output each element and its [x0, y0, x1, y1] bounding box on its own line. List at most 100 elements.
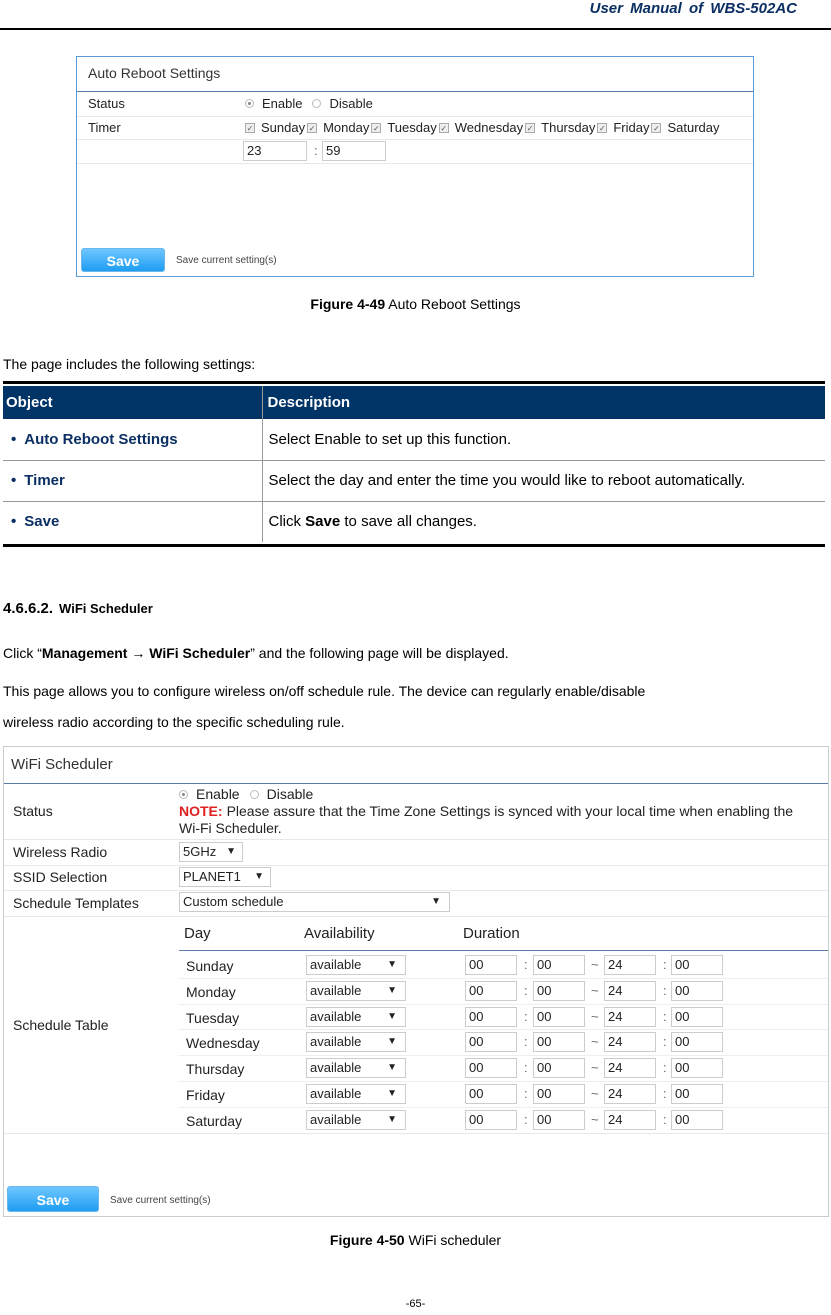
- dropdown-arrow-icon: ▼: [226, 846, 236, 857]
- timezone-note: NOTE: Please assure that the Time Zone Se…: [179, 803, 793, 819]
- panel-title: Auto Reboot Settings: [88, 65, 221, 81]
- radio-enable-label: Enable: [262, 96, 303, 111]
- column-header-object: Object: [3, 386, 262, 419]
- start-hour-input[interactable]: 00: [465, 1032, 517, 1053]
- save-button[interactable]: Save: [81, 248, 165, 272]
- status-radio-group: Enable Disable: [179, 786, 313, 802]
- end-minute-input[interactable]: 00: [671, 1006, 723, 1027]
- description-cell: Click Save to save all changes.: [261, 501, 825, 542]
- start-minute-input[interactable]: 00: [533, 955, 585, 975]
- start-hour-input[interactable]: 00: [465, 1006, 517, 1027]
- hour-input[interactable]: 23: [243, 141, 307, 161]
- time-separator: :: [524, 1008, 528, 1024]
- radio-enable-label: Enable: [196, 786, 240, 802]
- end-hour-input[interactable]: 24: [604, 1032, 656, 1053]
- availability-select[interactable]: available ▼: [306, 1032, 406, 1053]
- radio-enable[interactable]: [245, 99, 254, 108]
- checkbox-label: Thursday: [541, 120, 596, 135]
- dropdown-arrow-icon: ▼: [387, 959, 397, 970]
- range-separator: ~: [591, 1034, 599, 1050]
- day-label: Saturday: [186, 1112, 243, 1129]
- radio-disable[interactable]: [312, 99, 322, 108]
- day-label: Thursday: [186, 1061, 245, 1078]
- end-minute-input[interactable]: 00: [671, 1109, 723, 1130]
- range-separator: ~: [591, 1008, 599, 1024]
- end-hour-input[interactable]: 24: [604, 1058, 656, 1079]
- column-header-availability: Availability: [304, 925, 375, 942]
- start-minute-input[interactable]: 00: [533, 1058, 585, 1079]
- availability-select[interactable]: available ▼: [306, 1109, 406, 1130]
- select-value: available: [310, 1034, 362, 1050]
- range-separator: ~: [591, 957, 599, 972]
- start-minute-input[interactable]: 00: [533, 1032, 585, 1053]
- availability-select[interactable]: available ▼: [306, 1058, 406, 1079]
- start-minute-input[interactable]: 00: [533, 980, 585, 1001]
- availability-select[interactable]: available ▼: [306, 955, 406, 975]
- end-minute-input[interactable]: 00: [671, 980, 723, 1001]
- time-separator: :: [524, 982, 528, 998]
- time-separator: :: [663, 1111, 667, 1127]
- row-divider: [77, 163, 753, 164]
- ssid-select[interactable]: PLANET1 ▼: [179, 867, 271, 887]
- start-hour-input[interactable]: 00: [465, 955, 517, 975]
- row-divider: [179, 1081, 828, 1082]
- end-hour-input[interactable]: 24: [604, 955, 656, 975]
- timezone-note-cont: Wi-Fi Scheduler.: [179, 820, 282, 836]
- description-text: Select Enable to set up this function.: [268, 430, 512, 448]
- checkbox-thursday[interactable]: ✓: [525, 122, 536, 133]
- row-divider: [179, 977, 828, 979]
- checkbox-label: Sunday: [261, 120, 306, 135]
- checkbox-tuesday[interactable]: ✓: [371, 122, 382, 133]
- row-divider: [4, 890, 828, 891]
- end-hour-input[interactable]: 24: [604, 1109, 656, 1130]
- select-value: available: [310, 957, 362, 972]
- radio-disable[interactable]: [249, 789, 259, 799]
- dropdown-arrow-icon: ▼: [254, 871, 264, 882]
- time-separator: :: [663, 957, 667, 972]
- day-label: Tuesday: [186, 1009, 240, 1026]
- start-minute-input[interactable]: 00: [533, 1084, 585, 1104]
- end-minute-input[interactable]: 00: [671, 1032, 723, 1053]
- figure-caption-50: Figure 4-50 WiFi scheduler: [0, 1232, 831, 1248]
- select-value: available: [310, 1008, 362, 1024]
- wireless-radio-select[interactable]: 5GHz ▼: [179, 842, 243, 862]
- end-hour-input[interactable]: 24: [604, 1006, 656, 1027]
- checkbox-label: Tuesday: [387, 120, 437, 135]
- object-cell: • Auto Reboot Settings: [3, 419, 262, 461]
- header-divider: [4, 783, 828, 784]
- schedule-templates-select[interactable]: Custom schedule ▼: [179, 892, 450, 912]
- save-button[interactable]: Save: [7, 1186, 99, 1212]
- checkbox-monday[interactable]: ✓: [307, 122, 318, 133]
- start-hour-input[interactable]: 00: [465, 1084, 517, 1104]
- checkbox-sunday[interactable]: ✓: [245, 122, 255, 133]
- select-value: available: [310, 982, 362, 998]
- end-hour-input[interactable]: 24: [604, 980, 656, 1001]
- end-minute-input[interactable]: 00: [671, 1058, 723, 1079]
- start-minute-input[interactable]: 00: [533, 1109, 585, 1130]
- minute-input[interactable]: 59: [322, 141, 386, 161]
- row-divider: [77, 116, 753, 117]
- dropdown-arrow-icon: ▼: [387, 1036, 397, 1048]
- checkbox-friday[interactable]: ✓: [597, 122, 608, 133]
- end-hour-input[interactable]: 24: [604, 1084, 656, 1104]
- section-heading: 4.6.6.2. WiFi Scheduler: [3, 600, 153, 617]
- figure-number: Figure 4-49: [310, 296, 386, 312]
- start-hour-input[interactable]: 00: [465, 980, 517, 1001]
- time-separator: :: [524, 1060, 528, 1076]
- end-minute-input[interactable]: 00: [671, 1084, 723, 1104]
- availability-select[interactable]: available ▼: [306, 980, 406, 1001]
- availability-select[interactable]: available ▼: [306, 1084, 406, 1104]
- table-row: • Auto Reboot Settings Select Enable to se…: [3, 419, 825, 461]
- start-hour-input[interactable]: 00: [465, 1058, 517, 1079]
- section-title: WiFi Scheduler: [59, 601, 153, 616]
- availability-select[interactable]: available ▼: [306, 1006, 406, 1027]
- select-value: available: [310, 1060, 362, 1076]
- end-minute-input[interactable]: 00: [671, 955, 723, 975]
- start-minute-input[interactable]: 00: [533, 1006, 585, 1027]
- description-text: to save all changes.: [340, 513, 477, 531]
- checkbox-saturday[interactable]: ✓: [651, 122, 662, 133]
- checkbox-wednesday[interactable]: ✓: [438, 122, 449, 133]
- click-instruction: Click “Management → WiFi Scheduler” and …: [3, 645, 509, 661]
- radio-enable[interactable]: [179, 789, 188, 799]
- start-hour-input[interactable]: 00: [465, 1109, 517, 1130]
